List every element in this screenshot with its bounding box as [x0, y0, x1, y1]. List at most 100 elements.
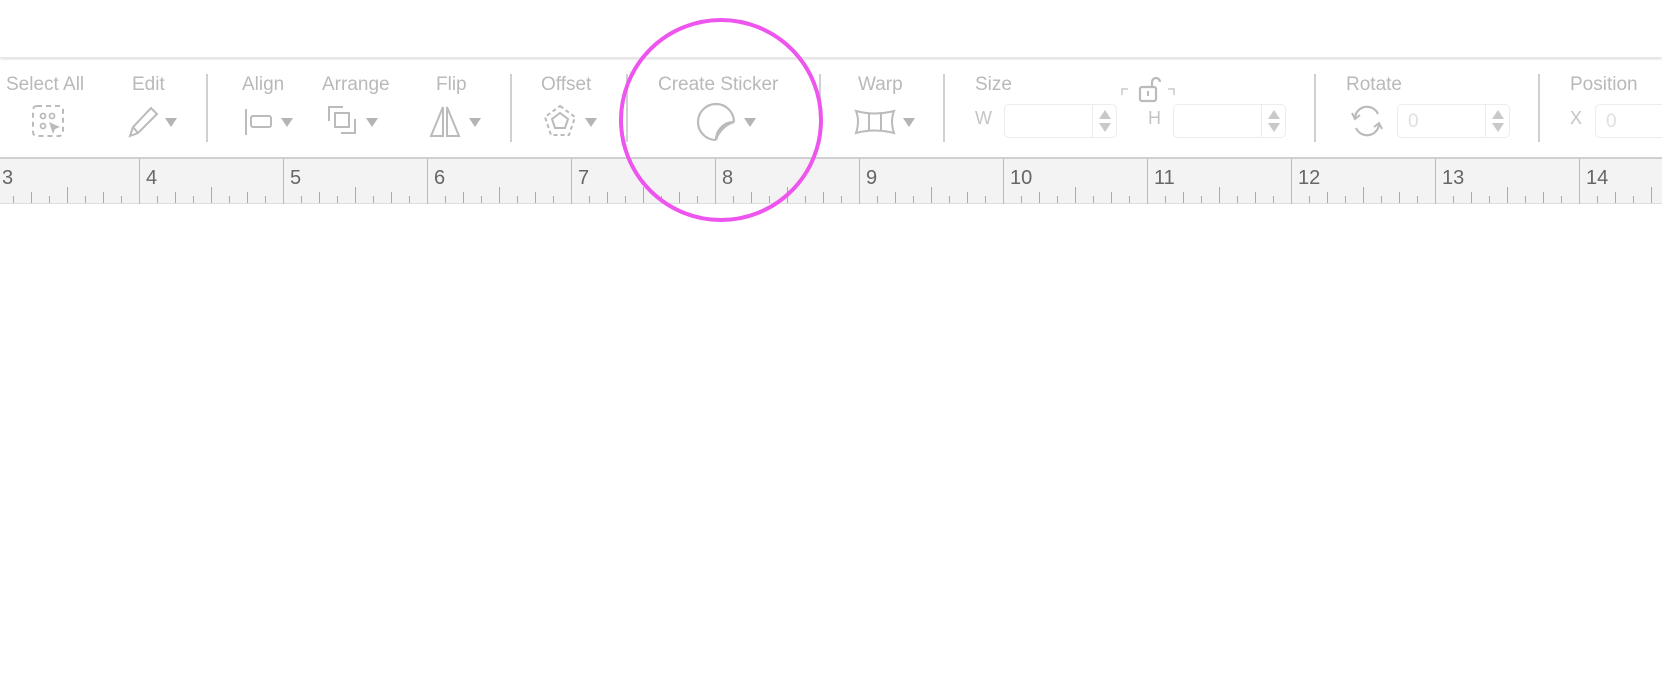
flip-dropdown-caret-icon[interactable] [469, 118, 481, 127]
ruler-minor-tick [589, 196, 590, 203]
rotate-input[interactable]: 0 [1397, 104, 1510, 138]
ruler-major-tick [1291, 159, 1292, 204]
height-stepper[interactable] [1261, 105, 1285, 137]
divider [819, 74, 821, 142]
ruler-minor-tick [463, 192, 464, 203]
horizontal-ruler[interactable]: 3 4 5 6 7 8 9 10 11 12 13 14 [0, 157, 1662, 204]
ruler-label: 6 [434, 167, 446, 189]
ruler-minor-tick [85, 196, 86, 203]
rotate-icon[interactable] [1350, 104, 1384, 138]
edit-label: Edit [132, 74, 165, 95]
height-label: H [1148, 108, 1161, 128]
offset-icon[interactable] [543, 104, 577, 138]
ruler-minor-tick [373, 196, 374, 203]
ruler-major-tick [283, 159, 284, 204]
offset-dropdown-caret-icon[interactable] [585, 118, 597, 127]
ruler-minor-tick [247, 192, 248, 203]
ruler-minor-tick [1327, 192, 1328, 203]
create-sticker-label: Create Sticker [658, 74, 779, 95]
ruler-minor-tick [175, 192, 176, 203]
ruler-minor-tick [1219, 187, 1220, 203]
divider [1538, 74, 1540, 142]
ruler-minor-tick [1507, 187, 1508, 203]
ruler-minor-tick [949, 196, 950, 203]
ruler-minor-tick [355, 187, 356, 203]
ruler-minor-tick [391, 192, 392, 203]
position-x-input[interactable]: 0 [1595, 104, 1662, 138]
ruler-label: 12 [1298, 167, 1321, 189]
ruler-label: 7 [578, 167, 590, 189]
ruler-minor-tick [967, 192, 968, 203]
top-bar [0, 0, 1662, 58]
offset-label: Offset [541, 74, 592, 95]
ruler-minor-tick [121, 196, 122, 203]
ruler-minor-tick [697, 196, 698, 203]
ruler-label: 10 [1010, 167, 1033, 189]
ruler-minor-tick [265, 196, 266, 203]
ruler-minor-tick [679, 192, 680, 203]
sticker-icon[interactable] [695, 102, 737, 142]
ruler-minor-tick [13, 196, 14, 203]
align-icon[interactable] [243, 104, 277, 138]
ruler-label: 14 [1586, 167, 1609, 189]
arrange-icon[interactable] [326, 104, 360, 138]
ruler-label: 3 [2, 167, 14, 189]
ruler-label: 13 [1442, 167, 1465, 189]
align-label: Align [242, 74, 285, 95]
size-label: Size [975, 74, 1012, 95]
ruler-minor-tick [1021, 196, 1022, 203]
rotate-label: Rotate [1346, 74, 1402, 95]
ruler-label: 5 [290, 167, 302, 189]
ruler-minor-tick [769, 196, 770, 203]
divider [510, 74, 512, 142]
flip-icon[interactable] [428, 104, 462, 138]
ruler-minor-tick [319, 192, 320, 203]
ruler-minor-tick [1471, 192, 1472, 203]
ruler-minor-tick [1129, 196, 1130, 203]
ruler-label: 4 [146, 167, 158, 189]
ruler-major-tick [1147, 159, 1148, 204]
warp-icon[interactable] [854, 104, 896, 138]
ruler-minor-tick [1525, 196, 1526, 203]
ruler-minor-tick [841, 196, 842, 203]
edit-dropdown-caret-icon[interactable] [165, 118, 177, 127]
ruler-minor-tick [1111, 192, 1112, 203]
select-all-icon[interactable] [30, 104, 66, 138]
ruler-major-tick [427, 159, 428, 204]
height-input[interactable] [1173, 104, 1286, 138]
divider [626, 74, 628, 142]
ruler-major-tick [139, 159, 140, 204]
ruler-minor-tick [1039, 192, 1040, 203]
ruler-minor-tick [499, 187, 500, 203]
ruler-major-tick [1003, 159, 1004, 204]
ruler-minor-tick [409, 196, 410, 203]
ruler-minor-tick [985, 196, 986, 203]
warp-dropdown-caret-icon[interactable] [903, 118, 915, 127]
lock-ratio-icon[interactable] [1118, 76, 1178, 106]
ruler-minor-tick [1273, 196, 1274, 203]
width-input[interactable] [1004, 104, 1117, 138]
ruler-minor-tick [229, 196, 230, 203]
arrange-dropdown-caret-icon[interactable] [366, 118, 378, 127]
ruler-minor-tick [1201, 196, 1202, 203]
ruler-minor-tick [1255, 192, 1256, 203]
ruler-minor-tick [157, 196, 158, 203]
ruler-minor-tick [895, 192, 896, 203]
ruler-minor-tick [1057, 196, 1058, 203]
pencil-icon[interactable] [126, 104, 160, 138]
ruler-minor-tick [211, 187, 212, 203]
ruler-minor-tick [445, 196, 446, 203]
position-x-label: X [1570, 108, 1583, 128]
divider [206, 74, 208, 142]
ruler-minor-tick [1633, 196, 1634, 203]
create-sticker-dropdown-caret-icon[interactable] [744, 118, 756, 127]
width-stepper[interactable] [1092, 105, 1116, 137]
ruler-minor-tick [1453, 196, 1454, 203]
ruler-minor-tick [49, 196, 50, 203]
align-dropdown-caret-icon[interactable] [281, 118, 293, 127]
rotate-stepper[interactable] [1485, 105, 1509, 137]
ruler-minor-tick [1075, 187, 1076, 203]
ruler-minor-tick [625, 196, 626, 203]
select-all-label: Select All [6, 74, 85, 95]
edit-toolbar: Select All Edit Align Arrange Flip Offse… [0, 60, 1662, 157]
